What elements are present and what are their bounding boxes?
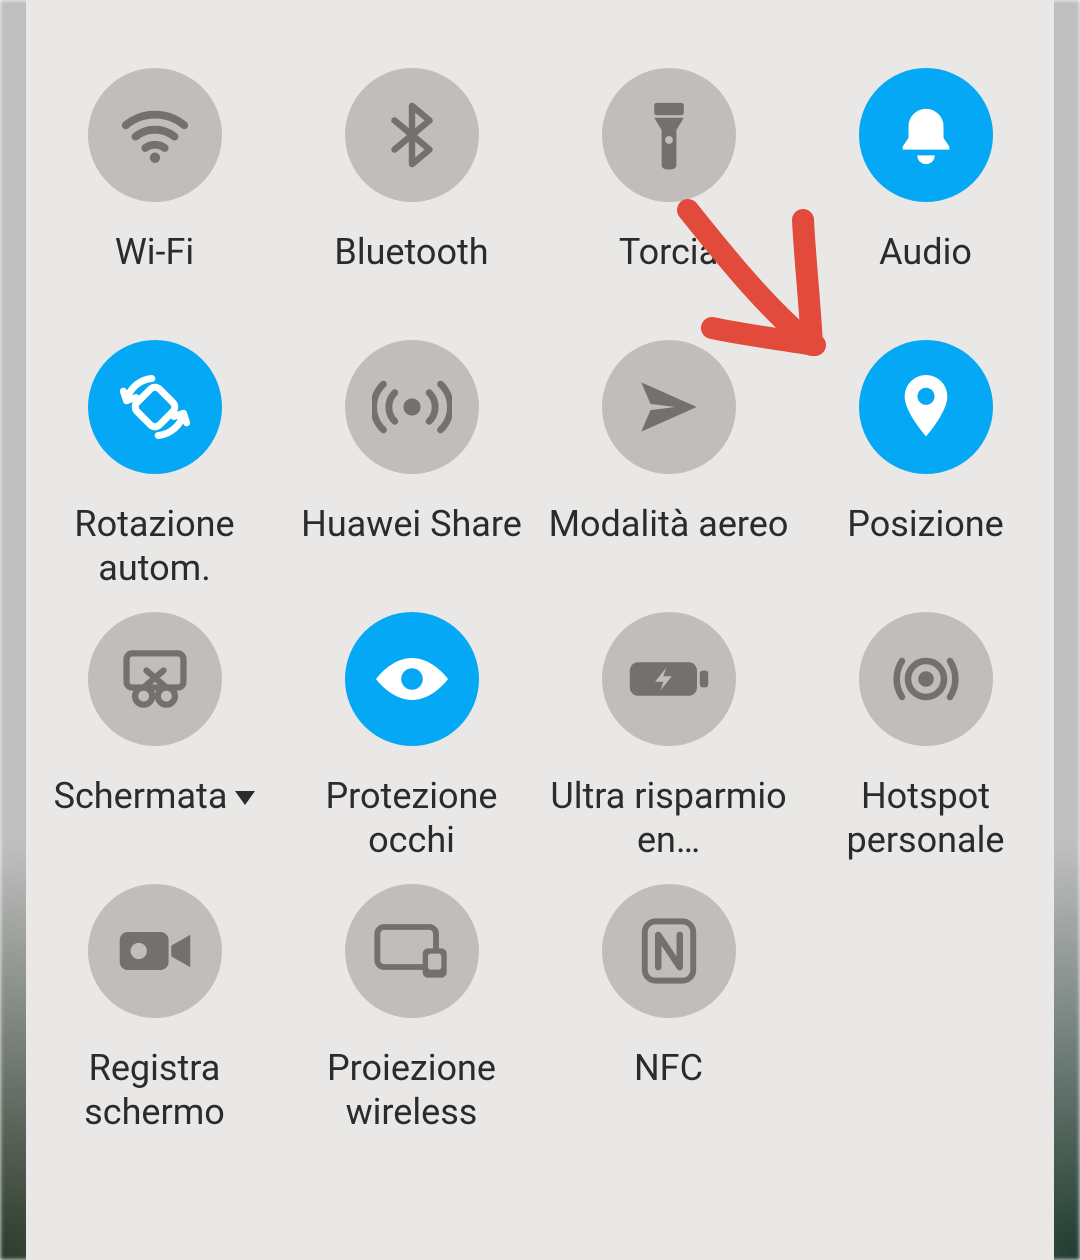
toggle-grid: Wi-Fi Bluetooth Torcia bbox=[26, 0, 1054, 1260]
battery-saver-icon bbox=[627, 654, 711, 704]
toggle-bluetooth[interactable] bbox=[345, 68, 479, 202]
tile-screenrec: Registra schermo bbox=[26, 884, 283, 1156]
wifi-icon bbox=[116, 96, 194, 174]
toggle-airplane[interactable] bbox=[602, 340, 736, 474]
tile-bluetooth: Bluetooth bbox=[283, 68, 540, 340]
cast-icon bbox=[372, 921, 452, 981]
toggle-torch[interactable] bbox=[602, 68, 736, 202]
tile-wifi: Wi-Fi bbox=[26, 68, 283, 340]
tile-label: Huawei Share bbox=[301, 502, 522, 546]
tile-powersave: Ultra risparmio en… bbox=[540, 612, 797, 884]
nfc-icon bbox=[638, 916, 700, 986]
tile-label: Wi-Fi bbox=[115, 230, 194, 274]
toggle-audio[interactable] bbox=[859, 68, 993, 202]
toggle-cast[interactable] bbox=[345, 884, 479, 1018]
toggle-screenrec[interactable] bbox=[88, 884, 222, 1018]
tile-label: Ultra risparmio en… bbox=[549, 774, 789, 862]
tile-label: Modalità aereo bbox=[549, 502, 789, 546]
screen-record-icon bbox=[117, 925, 193, 977]
tile-huaweishare: Huawei Share bbox=[283, 340, 540, 612]
tile-label: Audio bbox=[879, 230, 972, 274]
location-pin-icon bbox=[894, 369, 958, 445]
toggle-eyecare[interactable] bbox=[345, 612, 479, 746]
toggle-wifi[interactable] bbox=[88, 68, 222, 202]
toggle-hotspot[interactable] bbox=[859, 612, 993, 746]
toggle-screenshot[interactable] bbox=[88, 612, 222, 746]
tile-airplane: Modalità aereo bbox=[540, 340, 797, 612]
airplane-icon bbox=[632, 370, 706, 444]
flashlight-icon bbox=[639, 98, 699, 172]
tile-cast: Proiezione wireless bbox=[283, 884, 540, 1156]
tile-label: Posizione bbox=[847, 502, 1003, 546]
tile-label: Proiezione wireless bbox=[292, 1046, 532, 1134]
tile-nfc: NFC bbox=[540, 884, 797, 1156]
tile-autorotate: Rotazione autom. bbox=[26, 340, 283, 612]
toggle-powersave[interactable] bbox=[602, 612, 736, 746]
tile-empty bbox=[797, 884, 1054, 1156]
toggle-location[interactable] bbox=[859, 340, 993, 474]
hotspot-icon bbox=[890, 643, 962, 715]
toggle-huaweishare[interactable] bbox=[345, 340, 479, 474]
tile-label: NFC bbox=[634, 1046, 703, 1090]
tile-label: Torcia bbox=[619, 230, 718, 274]
tile-hotspot: Hotspot personale bbox=[797, 612, 1054, 884]
tile-label: Hotspot personale bbox=[806, 774, 1046, 862]
chevron-down-icon bbox=[235, 791, 255, 805]
tile-label-dropdown[interactable]: Schermata bbox=[54, 774, 256, 818]
toggle-autorotate[interactable] bbox=[88, 340, 222, 474]
tile-label: Registra schermo bbox=[35, 1046, 275, 1134]
tile-audio: Audio bbox=[797, 68, 1054, 340]
bell-icon bbox=[891, 100, 961, 170]
screenshot-icon bbox=[118, 646, 192, 712]
tile-label: Protezione occhi bbox=[292, 774, 532, 862]
quick-settings-panel: Wi-Fi Bluetooth Torcia bbox=[0, 0, 1080, 1260]
toggle-nfc[interactable] bbox=[602, 884, 736, 1018]
tile-location: Posizione bbox=[797, 340, 1054, 612]
tile-label-text: Schermata bbox=[54, 775, 228, 817]
bluetooth-icon bbox=[377, 100, 447, 170]
tile-torch: Torcia bbox=[540, 68, 797, 340]
tile-eyecare: Protezione occhi bbox=[283, 612, 540, 884]
tile-label: Bluetooth bbox=[334, 230, 488, 274]
broadcast-icon bbox=[372, 372, 452, 442]
rotate-icon bbox=[117, 369, 193, 445]
tile-label: Rotazione autom. bbox=[35, 502, 275, 590]
tile-screenshot: Schermata bbox=[26, 612, 283, 884]
eye-icon bbox=[373, 653, 451, 705]
